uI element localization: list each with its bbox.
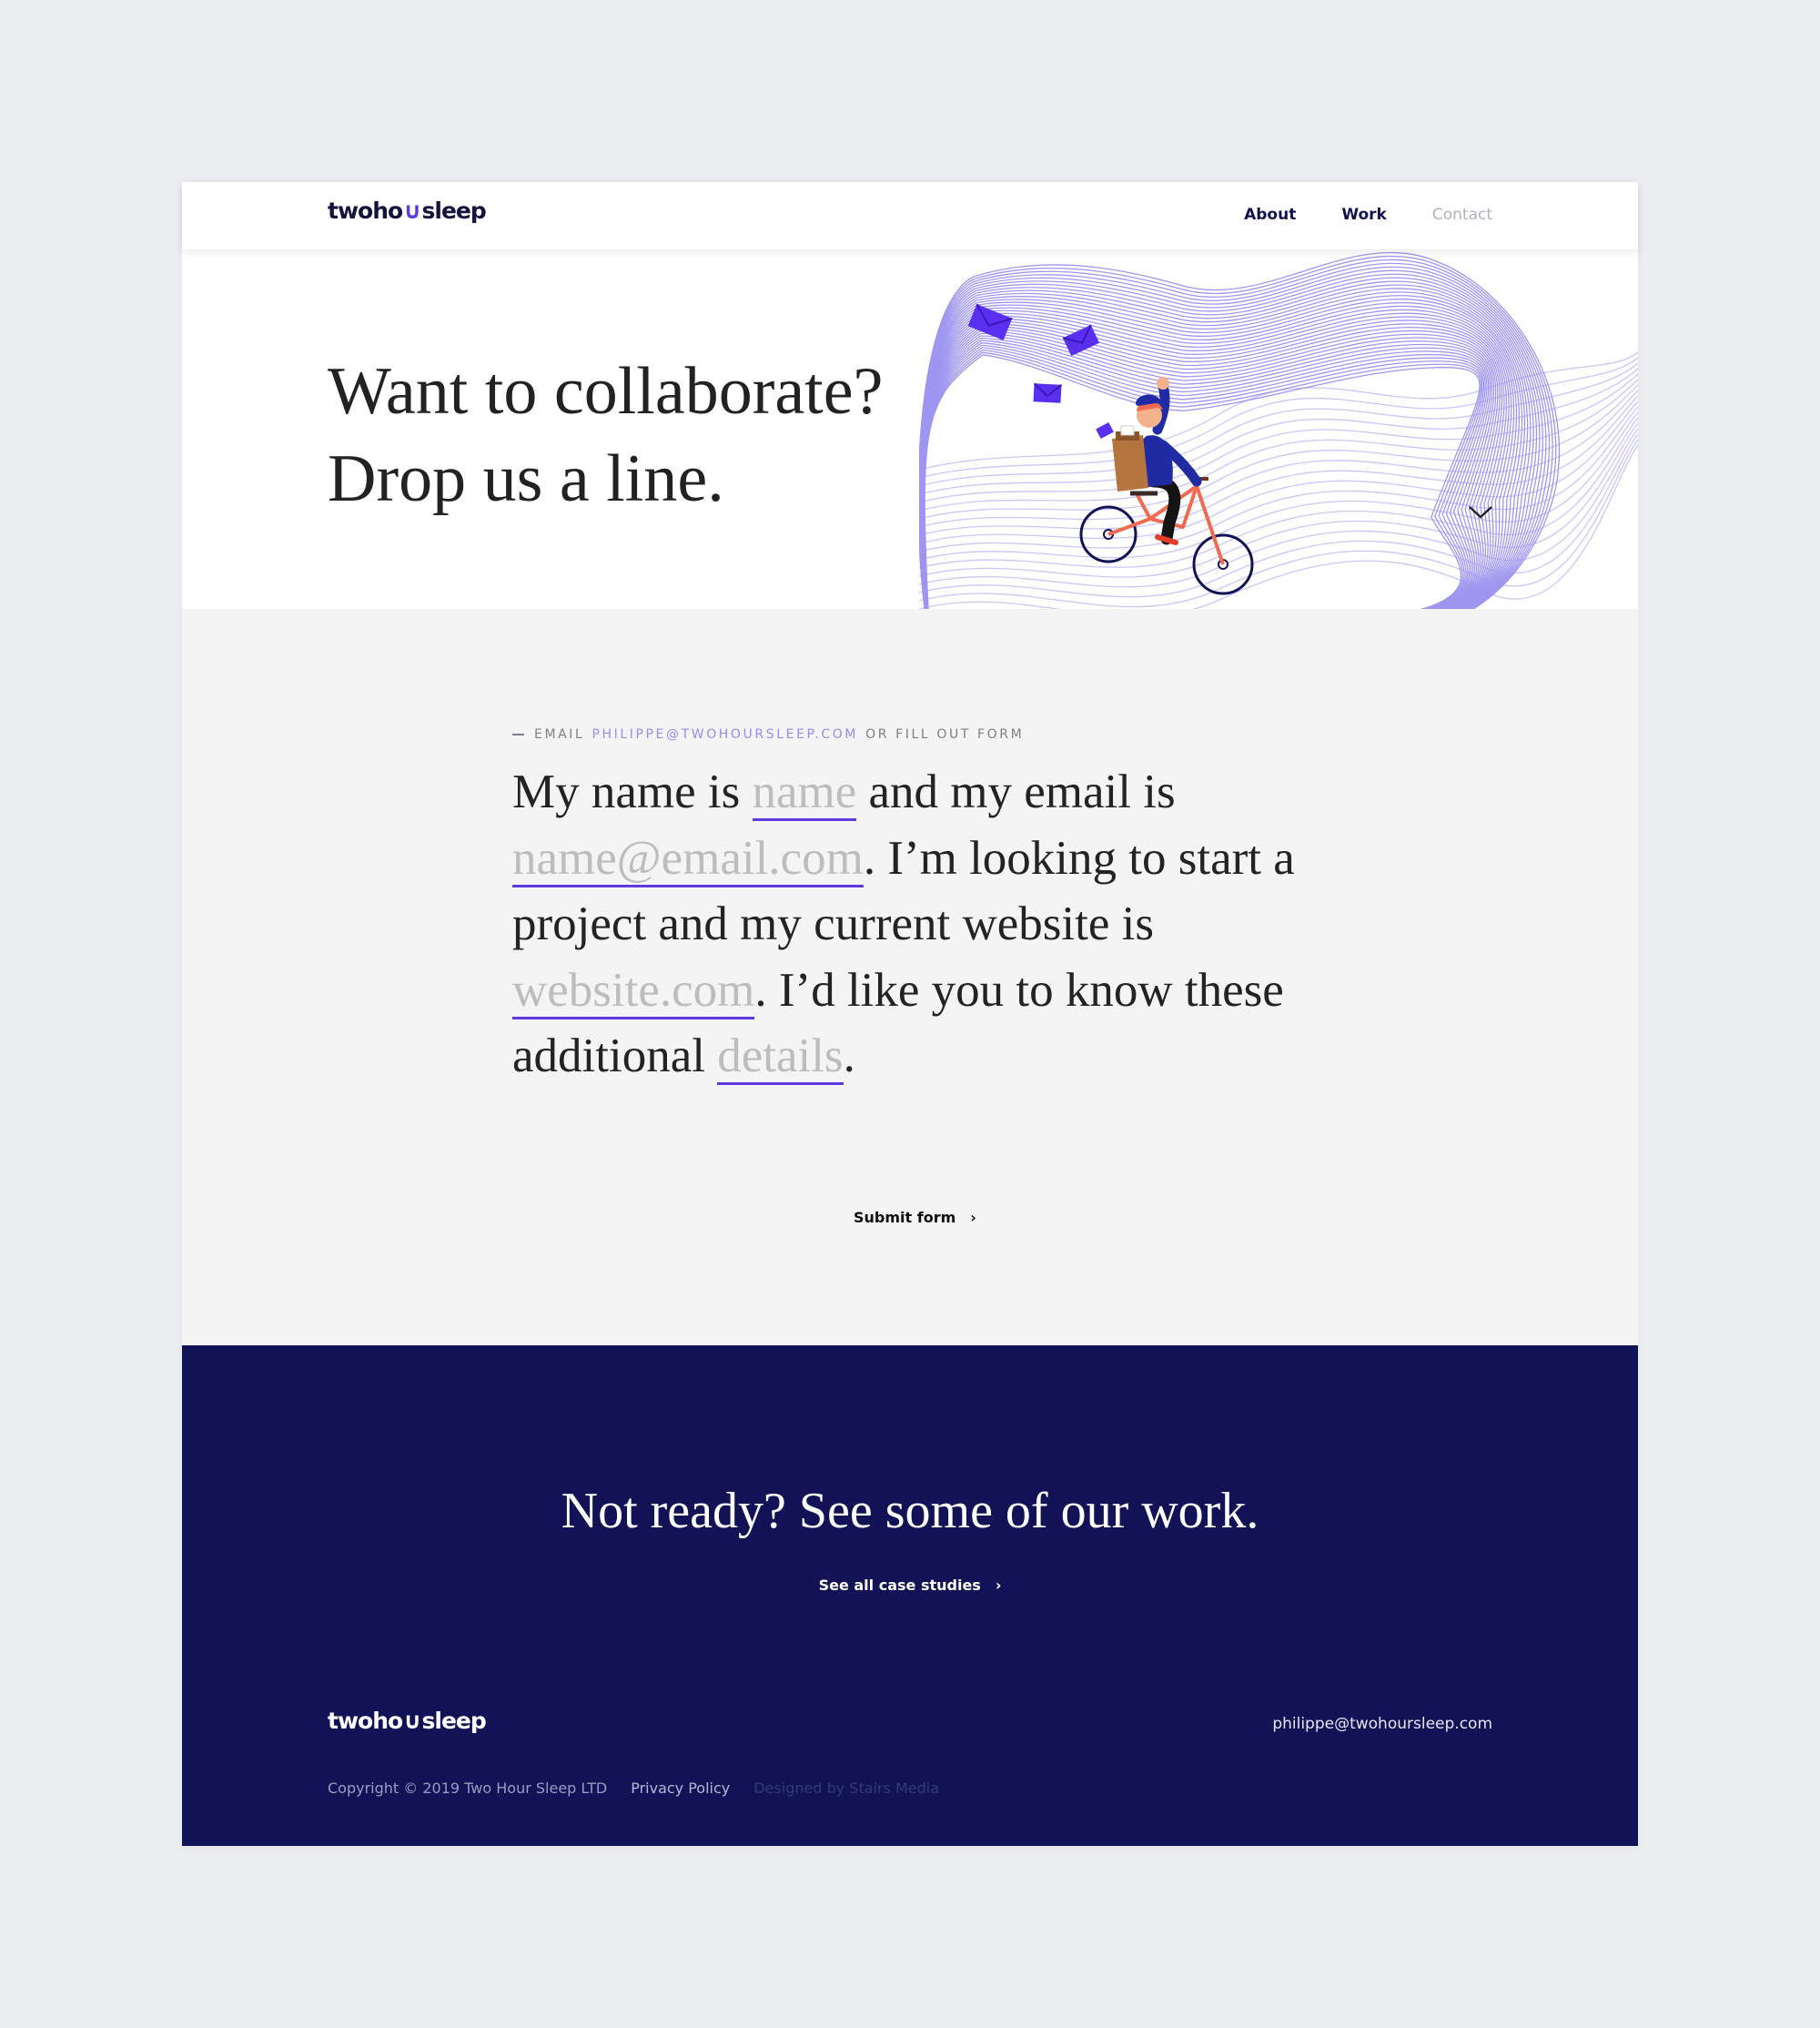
logo-text-part2: sleep: [421, 1708, 487, 1734]
logo-text-part1: twoho: [328, 1708, 403, 1734]
footer-email-link[interactable]: philippe@twohoursleep.com: [1272, 1715, 1492, 1733]
wave-line: [919, 266, 1547, 609]
wave-line: [922, 335, 1493, 609]
form-intro-prefix: EMAIL: [534, 727, 585, 742]
wave-line: [924, 354, 1481, 609]
wave-line: [919, 433, 1638, 598]
logo[interactable]: twoho ∪ sleep: [328, 198, 487, 224]
main-nav: About Work Contact: [1244, 206, 1492, 224]
wave-lines-pattern: [919, 251, 1638, 609]
wave-line: [922, 330, 1497, 609]
name-field[interactable]: name: [752, 766, 857, 821]
website-field[interactable]: website.com: [512, 964, 755, 1019]
footer-title: Not ready? See some of our work.: [561, 1483, 1259, 1539]
cyclist-illustration: [1079, 377, 1254, 595]
wave-line: [919, 251, 1561, 609]
submit-label: Submit form: [854, 1209, 956, 1226]
logo-wave: ∪: [403, 1708, 421, 1734]
hero-title-line2: Drop us a line.: [328, 441, 724, 516]
designed-by-link[interactable]: Designed by Stairs Media: [753, 1780, 939, 1797]
case-studies-link[interactable]: See all case studies ›: [182, 1577, 1638, 1594]
privacy-policy-link[interactable]: Privacy Policy: [631, 1780, 730, 1797]
madlib-form: My name is name and my email is name@ema…: [512, 759, 1313, 1090]
hero-illustration: [919, 251, 1638, 609]
nav-work[interactable]: Work: [1341, 206, 1387, 224]
details-field[interactable]: details: [717, 1029, 844, 1085]
site-header: twoho ∪ sleep About Work Contact: [182, 182, 1638, 249]
submit-button[interactable]: Submit form ›: [854, 1209, 976, 1226]
logo-text-part1: twoho: [328, 198, 403, 224]
chevron-down-icon[interactable]: [1467, 502, 1494, 521]
arrow-right-icon: ›: [970, 1209, 976, 1226]
logo-wave: ∪: [403, 198, 421, 224]
logo-text-part2: sleep: [421, 198, 487, 224]
nav-contact[interactable]: Contact: [1432, 206, 1492, 224]
nav-about[interactable]: About: [1244, 206, 1296, 224]
form-intro-suffix: OR FILL OUT FORM: [865, 727, 1025, 742]
envelope-icon: [1033, 382, 1063, 403]
dash-icon: [512, 734, 524, 735]
footer-legal: Copyright © 2019 Two Hour Sleep LTD Priv…: [328, 1780, 939, 1797]
copyright-text: Copyright © 2019 Two Hour Sleep LTD: [328, 1780, 608, 1797]
email-field[interactable]: name@email.com: [512, 832, 864, 887]
footer-logo[interactable]: twoho∪sleep: [328, 1708, 487, 1734]
email-link[interactable]: PHILIPPE@TWOHOURSLEEP.COM: [592, 727, 858, 742]
madlib-text: My name is: [512, 766, 753, 818]
case-studies-label: See all case studies: [818, 1577, 981, 1594]
contact-page: twoho ∪ sleep About Work Contact Want to c…: [182, 182, 1638, 1846]
madlib-text: .: [843, 1029, 855, 1082]
wave-line: [921, 319, 1505, 609]
hero-title-line1: Want to collaborate?: [328, 354, 884, 429]
hero-title: Want to collaborate? Drop us a line.: [328, 348, 883, 522]
contact-form-section: EMAIL PHILIPPE@TWOHOURSLEEP.COM OR FILL …: [182, 609, 1638, 1345]
arrow-right-icon: ›: [995, 1577, 1002, 1594]
wave-line: [922, 328, 1499, 609]
wave-line: [919, 384, 1638, 520]
wave-line: [922, 332, 1495, 609]
form-intro: EMAIL PHILIPPE@TWOHOURSLEEP.COM OR FILL …: [512, 727, 1024, 742]
wave-line: [924, 351, 1482, 609]
hero-section: Want to collaborate? Drop us a line.: [182, 249, 1638, 609]
madlib-text: and my email is: [856, 766, 1176, 818]
site-footer: Not ready? See some of our work. See all…: [182, 1345, 1638, 1846]
